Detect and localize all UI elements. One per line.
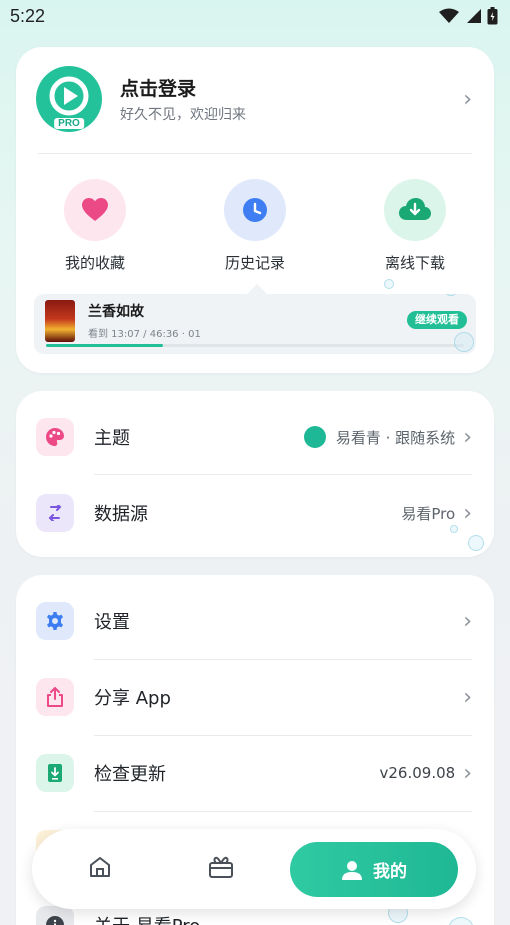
favorites-icon-circle xyxy=(64,179,126,241)
palette-icon-box xyxy=(36,418,74,456)
share-label: 分享 App xyxy=(94,688,171,709)
clock-icon xyxy=(243,198,267,222)
data-source-row[interactable]: 数据源 易看Pro › xyxy=(16,475,494,551)
recent-title: 兰香如故 xyxy=(88,304,144,320)
chevron-right-icon: › xyxy=(463,684,472,710)
nav-home-button[interactable] xyxy=(88,855,112,883)
status-icons xyxy=(439,7,498,25)
share-icon-box xyxy=(36,678,74,716)
data-source-label: 数据源 xyxy=(94,504,148,525)
pro-badge: PRO xyxy=(54,118,84,129)
home-icon xyxy=(90,857,110,877)
history-button[interactable]: 历史记录 xyxy=(200,179,310,273)
favorites-label: 我的收藏 xyxy=(64,254,125,272)
download-button[interactable]: 离线下载 xyxy=(360,179,470,273)
decorative-bubble xyxy=(450,525,458,533)
info-icon xyxy=(46,916,64,925)
cloud-download-icon xyxy=(399,198,431,220)
history-label: 历史记录 xyxy=(224,254,285,272)
nav-discover-button[interactable] xyxy=(208,855,234,883)
decorative-bubble xyxy=(468,535,484,551)
check-update-row[interactable]: 检查更新 v26.09.08 › xyxy=(16,735,494,811)
divider xyxy=(38,153,472,154)
chevron-right-icon: › xyxy=(463,608,472,634)
login-subtitle: 好久不见，欢迎归来 xyxy=(120,107,246,123)
update-icon-box xyxy=(36,754,74,792)
avatar: PRO xyxy=(36,66,102,132)
profile-card: PRO 点击登录 好久不见，欢迎归来 › 我的收藏 历史记录 离线下载 兰香如故… xyxy=(16,47,494,373)
status-time: 5:22 xyxy=(10,5,46,26)
login-row[interactable]: PRO 点击登录 好久不见，欢迎归来 › xyxy=(36,65,472,133)
swap-icon xyxy=(48,505,62,521)
bottom-nav: 我的 xyxy=(32,829,476,909)
palette-icon xyxy=(46,428,64,446)
gift-icon xyxy=(209,856,233,878)
version-value: v26.09.08 xyxy=(379,764,456,782)
history-icon-circle xyxy=(224,179,286,241)
status-bar: 5:22 xyxy=(0,0,510,32)
about-label: 关于 易看Pro xyxy=(94,912,472,925)
theme-color-dot xyxy=(303,426,326,448)
phone-download-icon xyxy=(48,764,62,782)
theme-row[interactable]: 主题 易看青 · 跟随系统 › xyxy=(16,399,494,475)
decorative-bubble xyxy=(444,294,458,296)
quick-actions: 我的收藏 历史记录 离线下载 xyxy=(16,179,494,279)
decorative-bubble xyxy=(384,279,394,289)
recent-progress-text: 看到 13:07 / 46:36 · 01 xyxy=(88,329,201,340)
theme-card: 主题 易看青 · 跟随系统 › 数据源 易看Pro › xyxy=(16,391,494,557)
chevron-right-icon: › xyxy=(463,500,472,526)
heart-icon xyxy=(82,198,108,221)
watch-progress-bar xyxy=(46,344,464,347)
gear-icon xyxy=(47,612,63,630)
download-label: 离线下载 xyxy=(384,254,445,272)
theme-value-wrap: 易看青 · 跟随系统 xyxy=(303,426,456,448)
data-source-value: 易看Pro xyxy=(401,504,456,523)
share-icon xyxy=(47,687,63,707)
poster-thumbnail xyxy=(45,300,75,342)
signal-icon xyxy=(467,9,481,23)
watch-progress-fill xyxy=(46,344,164,347)
battery-icon xyxy=(487,7,498,25)
decorative-bubble xyxy=(454,332,474,352)
favorites-button[interactable]: 我的收藏 xyxy=(40,179,150,273)
recent-watch-card[interactable]: 兰香如故 看到 13:07 / 46:36 · 01 继续观看 xyxy=(34,294,476,354)
person-icon xyxy=(342,860,362,880)
continue-watching-button[interactable]: 继续观看 xyxy=(407,311,467,329)
gear-icon-box xyxy=(36,602,74,640)
theme-label: 主题 xyxy=(94,428,130,449)
theme-value: 易看青 · 跟随系统 xyxy=(335,428,456,447)
login-title: 点击登录 xyxy=(120,78,197,100)
share-row[interactable]: 分享 App › xyxy=(16,659,494,735)
nav-mine-button[interactable]: 我的 xyxy=(290,842,458,897)
settings-label: 设置 xyxy=(94,612,130,633)
chevron-right-icon: › xyxy=(463,760,472,786)
chevron-right-icon: › xyxy=(463,424,472,450)
wifi-icon xyxy=(439,8,459,23)
settings-row[interactable]: 设置 › xyxy=(16,583,494,659)
nav-mine-label: 我的 xyxy=(373,862,407,882)
check-update-label: 检查更新 xyxy=(94,764,166,785)
download-icon-circle xyxy=(384,179,446,241)
chevron-right-icon: › xyxy=(463,86,472,112)
swap-icon-box xyxy=(36,494,74,532)
profile-text: 点击登录 好久不见，欢迎归来 xyxy=(120,74,463,124)
